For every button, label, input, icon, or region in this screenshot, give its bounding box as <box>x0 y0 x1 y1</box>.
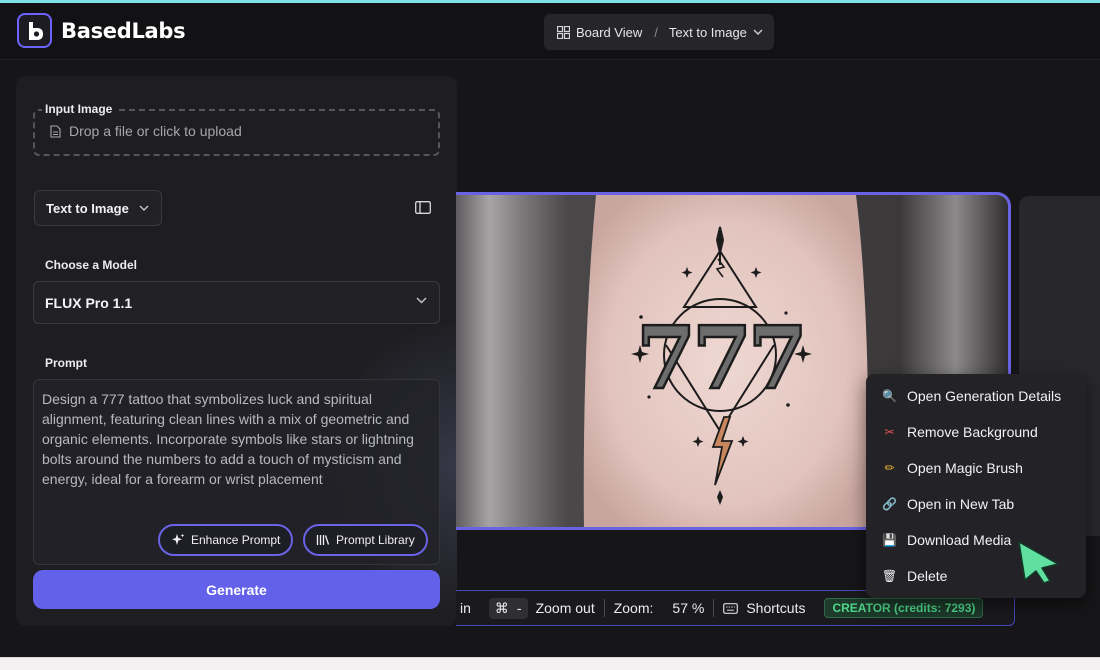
model-select-value: FLUX Pro 1.1 <box>45 294 133 311</box>
prompt-library-button[interactable]: Prompt Library <box>303 524 428 556</box>
minus-key: - <box>516 600 522 616</box>
prompt-label: Prompt <box>45 356 87 370</box>
menu-item-label: Open Magic Brush <box>907 460 1023 476</box>
magnifier-icon: 🔍 <box>882 389 897 403</box>
menu-item-open-magic-brush[interactable]: ✏ Open Magic Brush <box>881 456 1023 480</box>
library-icon <box>316 535 330 545</box>
input-image-label: Input Image <box>42 102 116 116</box>
file-icon <box>50 124 61 138</box>
zoom-out-button[interactable]: Zoom out <box>536 600 595 616</box>
prompt-text[interactable]: Design a 777 tattoo that symbolizes luck… <box>42 389 432 489</box>
zoom-in-label[interactable]: in <box>460 600 471 616</box>
trash-icon: 🗑 <box>881 569 898 583</box>
menu-item-label: Open Generation Details <box>907 388 1062 404</box>
menu-item-remove-background[interactable]: ✂ Remove Background <box>881 420 1038 444</box>
generate-button[interactable]: Generate <box>33 570 440 609</box>
dropzone-placeholder: Drop a file or click to upload <box>69 123 242 139</box>
zoom-label: Zoom: <box>613 600 654 616</box>
breadcrumb: Board View / Text to Image <box>544 14 774 50</box>
sidebar-toggle-icon[interactable] <box>415 201 431 214</box>
floppy-icon: 💾 <box>882 533 897 547</box>
menu-item-open-in-new-tab[interactable]: 🔗 Open in New Tab <box>881 492 1014 516</box>
command-key-icon: ⌘ <box>494 599 509 616</box>
dropzone-hint[interactable]: Drop a file or click to upload <box>50 123 242 139</box>
shortcuts-button[interactable]: Shortcuts <box>746 600 805 616</box>
zoom-out-shortcut-keys: ⌘ - <box>488 597 528 619</box>
prompt-library-label: Prompt Library <box>336 533 415 547</box>
brand-name[interactable]: BasedLabs <box>61 19 186 43</box>
keyboard-icon <box>723 602 739 614</box>
menu-item-delete[interactable]: 🗑 Delete <box>881 564 948 588</box>
prompt-textarea[interactable]: Design a 777 tattoo that symbolizes luck… <box>33 379 440 565</box>
mouse-cursor-icon <box>1018 541 1059 584</box>
menu-item-label: Open in New Tab <box>907 496 1015 512</box>
scissors-icon: ✂ <box>884 425 895 439</box>
model-select[interactable]: FLUX Pro 1.1 <box>33 281 440 324</box>
mode-select[interactable]: Text to Image <box>34 190 162 226</box>
menu-item-download-media[interactable]: 💾 Download Media <box>881 528 1011 552</box>
menu-item-open-generation-details[interactable]: 🔍 Open Generation Details <box>881 384 1061 408</box>
mode-select-value: Text to Image <box>46 200 129 216</box>
menu-item-label: Download Media <box>907 532 1012 548</box>
tattoo-numerals: 777 <box>636 308 804 409</box>
grid-icon <box>557 25 570 39</box>
chevron-down-icon <box>139 205 149 211</box>
breadcrumb-separator: / <box>654 24 658 40</box>
enhance-prompt-button[interactable]: Enhance Prompt <box>158 524 294 556</box>
brand-logo-icon[interactable] <box>17 13 52 48</box>
model-label: Choose a Model <box>45 258 138 272</box>
link-icon: 🔗 <box>882 497 897 511</box>
sparkle-icon <box>172 533 185 545</box>
breadcrumb-current[interactable]: Text to Image <box>669 25 747 40</box>
breadcrumb-board-view[interactable]: Board View <box>576 25 642 40</box>
menu-item-label: Delete <box>907 568 948 584</box>
zoom-value: 57 % <box>672 600 705 616</box>
menu-item-label: Remove Background <box>907 424 1038 440</box>
enhance-prompt-label: Enhance Prompt <box>191 533 281 547</box>
pencil-icon: ✏ <box>884 461 895 475</box>
chevron-down-icon[interactable] <box>753 29 763 35</box>
os-taskbar <box>0 657 1100 670</box>
generation-panel: Input Image Drop a file or click to uplo… <box>16 76 457 626</box>
chevron-down-icon <box>416 297 427 304</box>
credits-badge[interactable]: CREATOR (credits: 7293) <box>824 598 984 618</box>
app-header: BasedLabs Board View / Text to Image <box>0 3 1100 60</box>
